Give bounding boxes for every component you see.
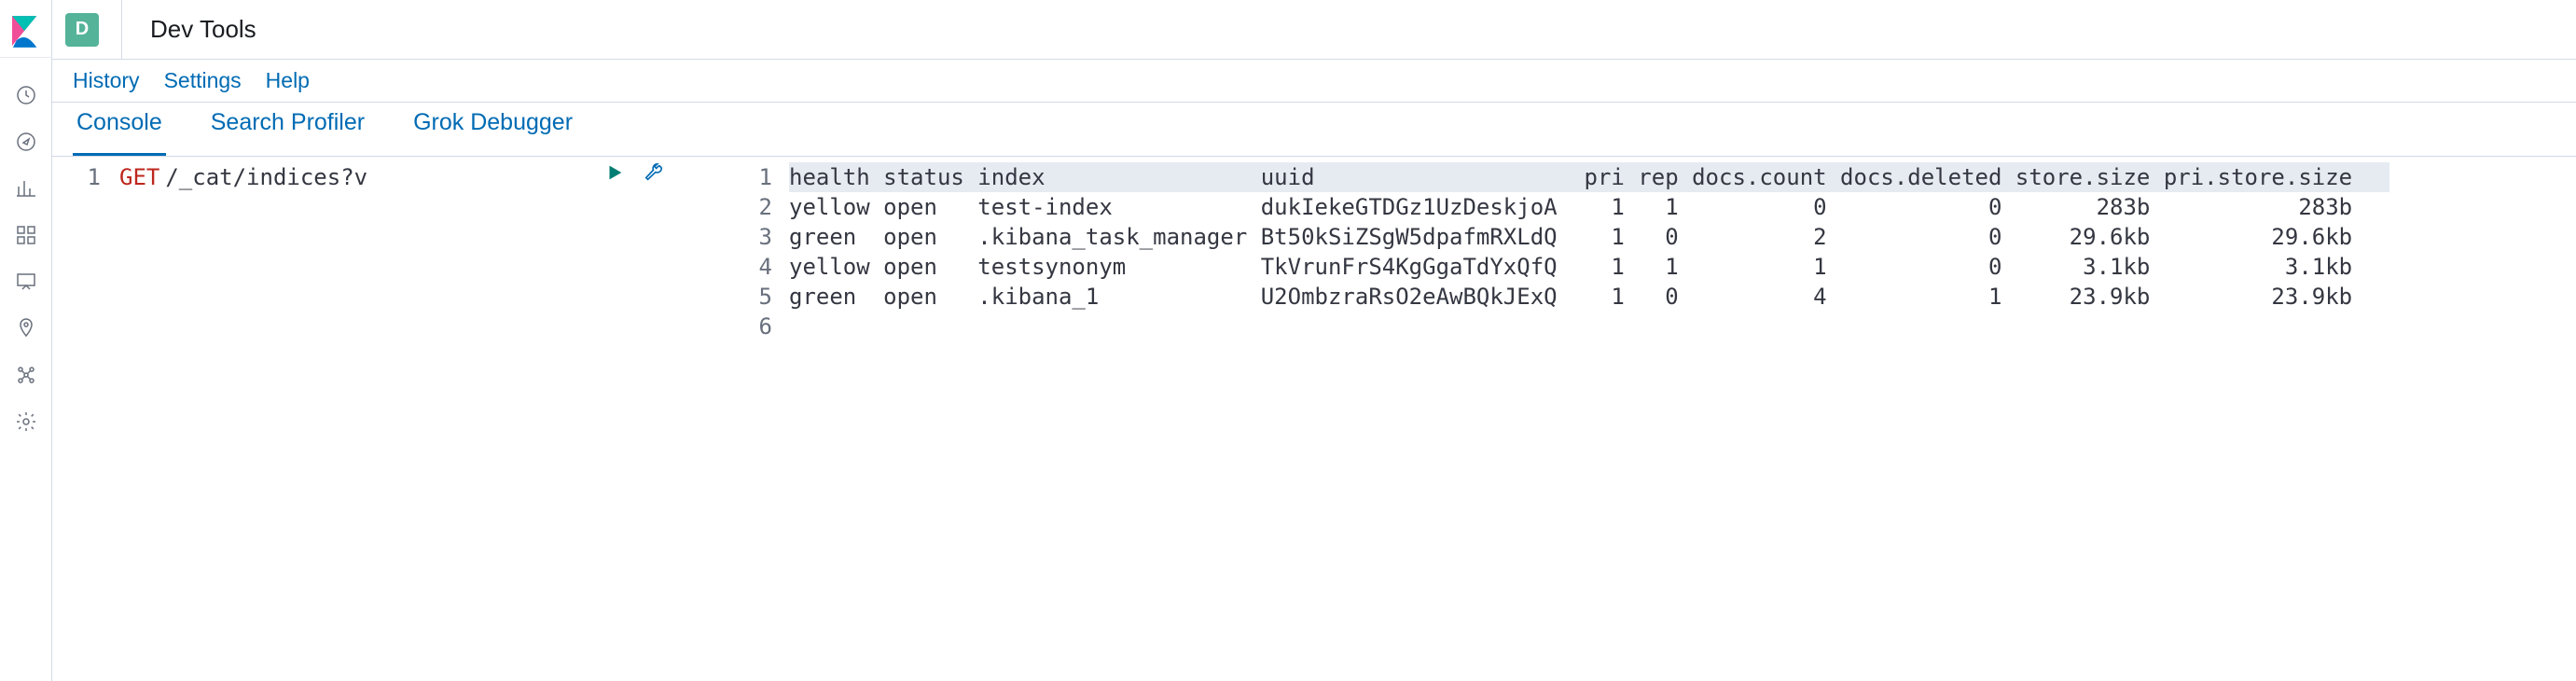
presentation-icon bbox=[15, 271, 37, 293]
play-icon bbox=[604, 162, 625, 183]
output-header-row: health status index uuid pri rep docs.co… bbox=[789, 162, 2576, 192]
nav-link-history[interactable]: History bbox=[73, 68, 140, 93]
graph-icon bbox=[15, 364, 37, 386]
nav-recently-viewed[interactable] bbox=[0, 75, 52, 116]
request-actions bbox=[604, 160, 664, 190]
nav-link-settings[interactable]: Settings bbox=[164, 68, 242, 93]
output-row: yellow open test-index dukIekeGTDGz1UzDe… bbox=[789, 192, 2576, 222]
editor-code-area[interactable]: GET /_cat/indices?v bbox=[116, 157, 733, 681]
run-request-button[interactable] bbox=[604, 160, 625, 190]
tab-grok-debugger[interactable]: Grok Debugger bbox=[409, 103, 576, 156]
tab-console[interactable]: Console bbox=[73, 103, 166, 156]
gear-icon bbox=[15, 410, 37, 433]
nav-ml[interactable] bbox=[0, 354, 52, 396]
response-output[interactable]: 123456 health status index uuid pri rep … bbox=[733, 157, 2576, 681]
dashboard-icon bbox=[15, 224, 37, 246]
wrench-icon bbox=[644, 162, 664, 183]
output-row: yellow open testsynonym TkVrunFrS4KgGgaT… bbox=[789, 252, 2576, 282]
breadcrumb-separator bbox=[121, 0, 122, 60]
nav-visualize[interactable] bbox=[0, 168, 52, 209]
output-line-number: 1 bbox=[733, 162, 772, 192]
breadcrumb-title: Dev Tools bbox=[150, 15, 256, 44]
output-gutter: 123456 bbox=[733, 157, 785, 681]
nav-canvas[interactable] bbox=[0, 261, 52, 302]
top-bar: D Dev Tools bbox=[52, 0, 2576, 60]
compass-icon bbox=[15, 131, 37, 153]
app-root: D Dev Tools History Settings Help Consol… bbox=[0, 0, 2576, 681]
output-line-number: 4 bbox=[733, 252, 772, 282]
pin-icon bbox=[15, 317, 37, 340]
output-line-number: 5 bbox=[733, 282, 772, 312]
output-body: health status index uuid pri rep docs.co… bbox=[785, 157, 2576, 681]
http-method: GET bbox=[119, 162, 159, 192]
sub-nav: History Settings Help bbox=[52, 60, 2576, 103]
nav-discover[interactable] bbox=[0, 121, 52, 162]
request-editor[interactable]: 1 GET /_cat/indices?v bbox=[52, 157, 733, 681]
output-row bbox=[789, 312, 2576, 341]
nav-dashboard[interactable] bbox=[0, 215, 52, 256]
nav-more[interactable] bbox=[0, 401, 52, 442]
nav-rail bbox=[0, 0, 52, 681]
output-row: green open .kibana_task_manager Bt50kSiZ… bbox=[789, 222, 2576, 252]
editor-line-number: 1 bbox=[52, 162, 101, 192]
output-line-number: 2 bbox=[733, 192, 772, 222]
output-line-number: 6 bbox=[733, 312, 772, 341]
tab-search-profiler[interactable]: Search Profiler bbox=[207, 103, 368, 156]
tabs: Console Search Profiler Grok Debugger bbox=[52, 103, 2576, 157]
kibana-logo-icon bbox=[12, 16, 40, 48]
editor-gutter: 1 bbox=[52, 157, 116, 681]
bar-chart-icon bbox=[15, 177, 37, 200]
kibana-logo[interactable] bbox=[0, 6, 52, 58]
output-line-number: 3 bbox=[733, 222, 772, 252]
request-path: /_cat/indices?v bbox=[165, 162, 367, 192]
panes: 1 GET /_cat/indices?v 123456 health stat… bbox=[52, 157, 2576, 681]
output-row: green open .kibana_1 U2OmbzraRsO2eAwBQkJ… bbox=[789, 282, 2576, 312]
nav-link-help[interactable]: Help bbox=[266, 68, 310, 93]
app-badge[interactable]: D bbox=[65, 13, 99, 47]
nav-items bbox=[0, 58, 52, 442]
request-options-button[interactable] bbox=[644, 160, 664, 190]
clock-icon bbox=[15, 84, 37, 106]
main-column: D Dev Tools History Settings Help Consol… bbox=[52, 0, 2576, 681]
nav-maps[interactable] bbox=[0, 308, 52, 349]
